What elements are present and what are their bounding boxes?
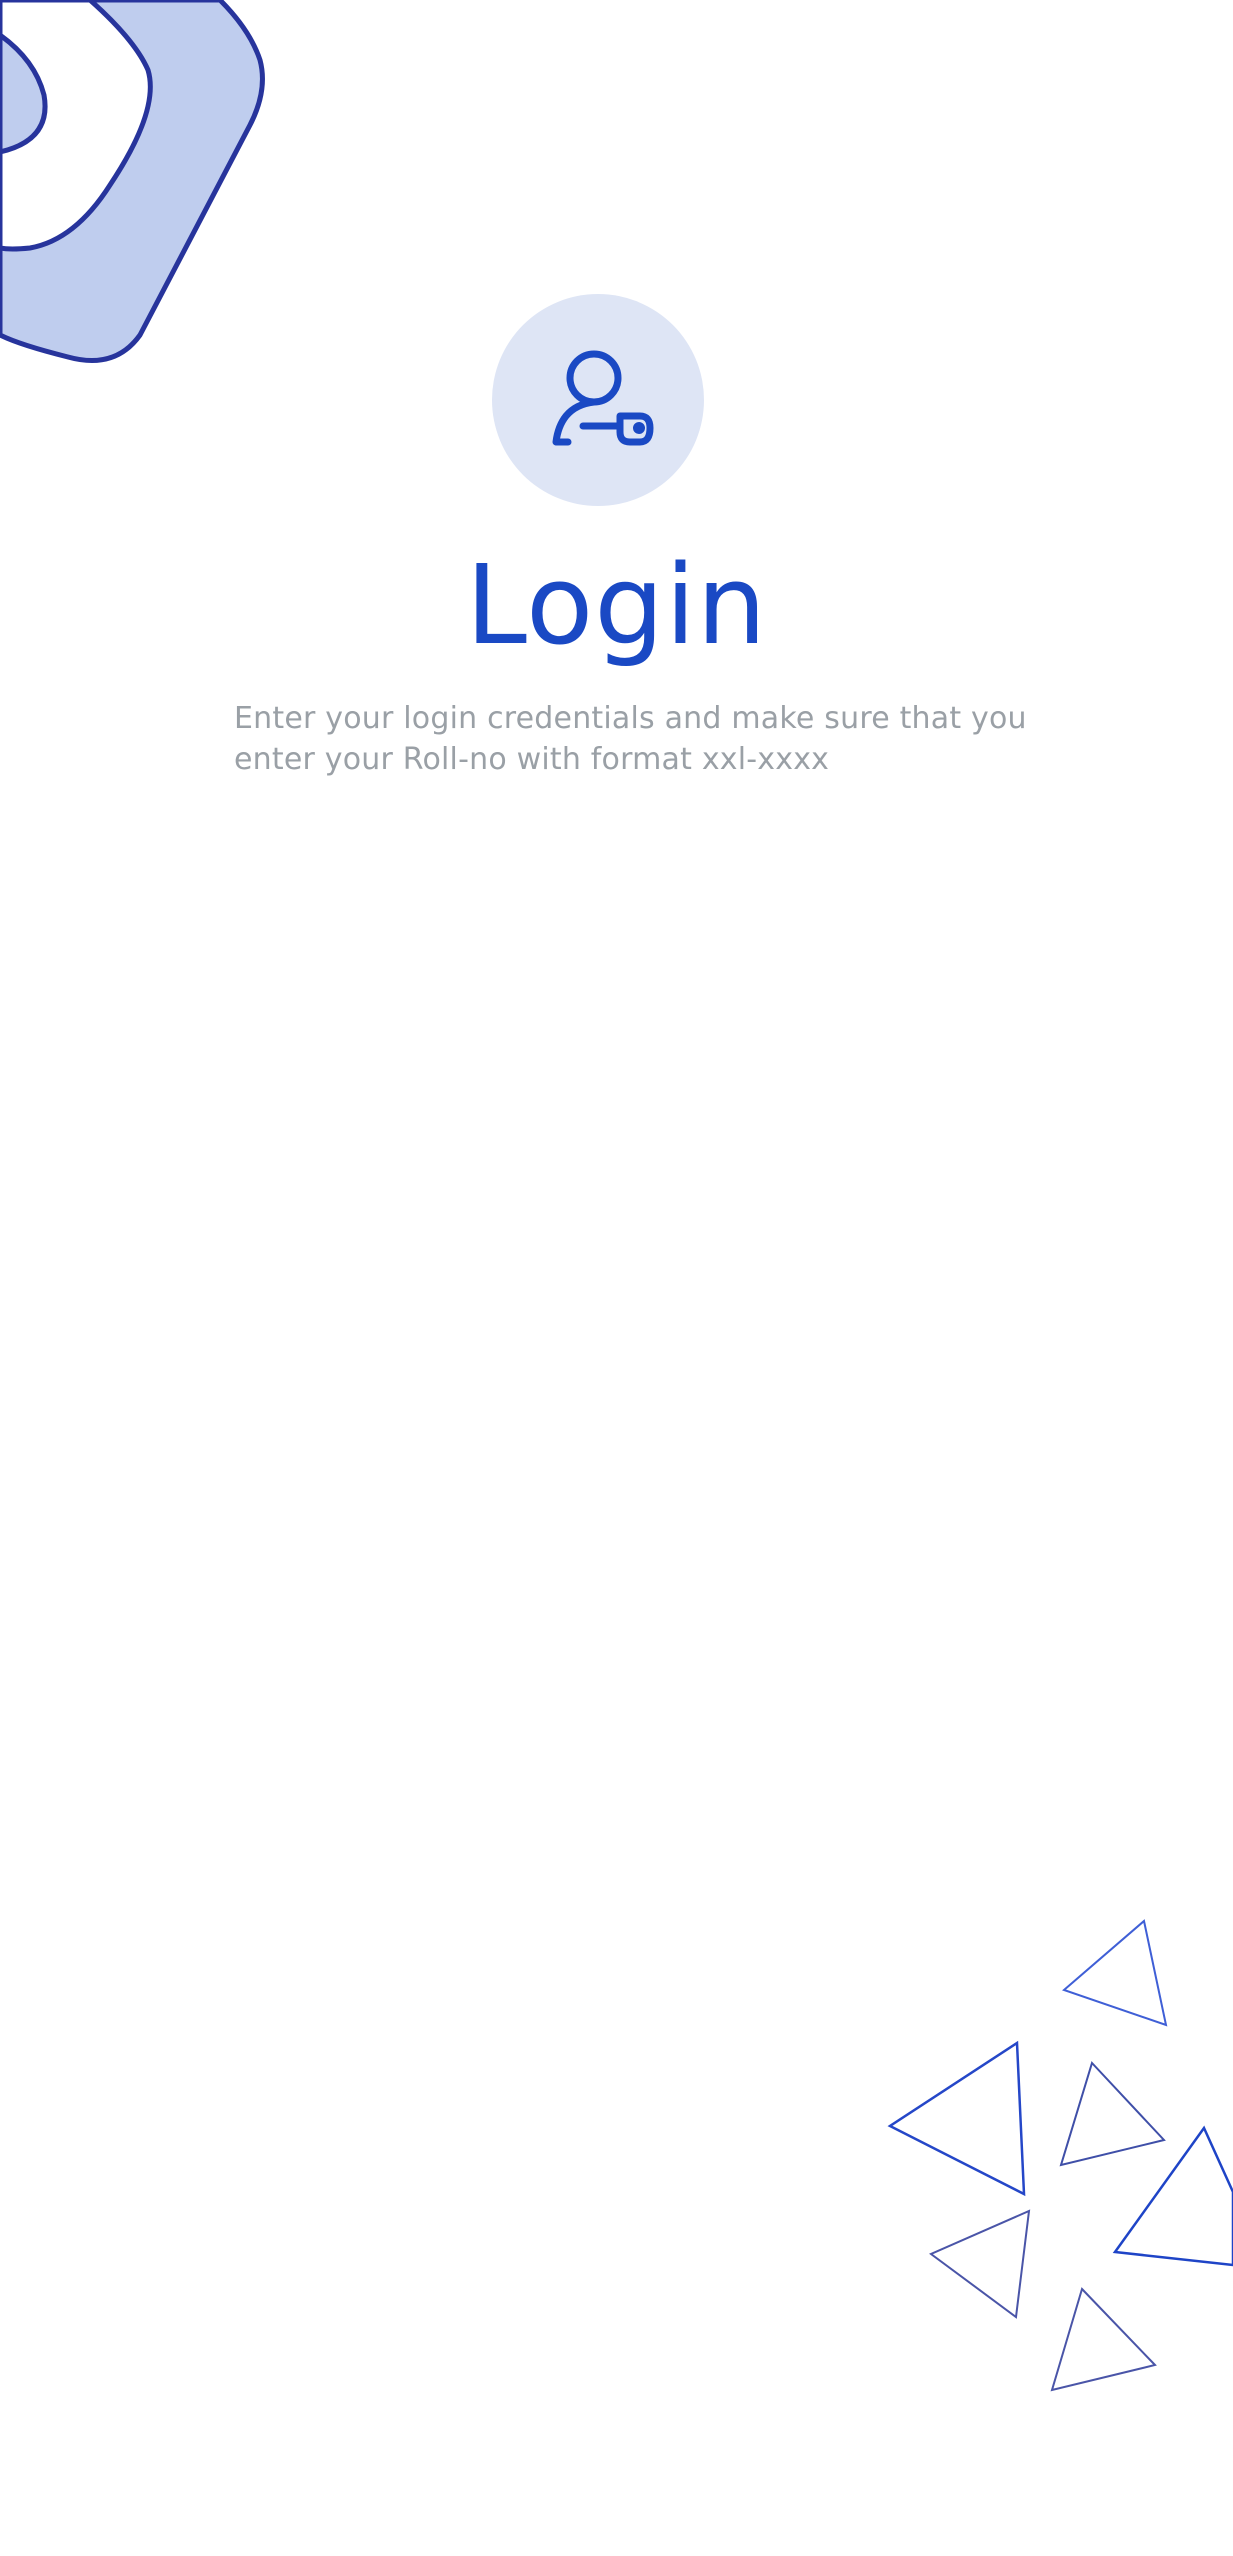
page-title: Login: [465, 541, 768, 669]
decorative-blob-shape: [0, 0, 265, 363]
user-key-icon: [552, 350, 654, 446]
login-icon-circle: [492, 294, 704, 506]
triangle-2: [887, 2040, 1026, 2197]
triangle-3: [1059, 2061, 1166, 2167]
triangle-1: [1062, 1919, 1168, 2027]
login-instructions: Enter your login credentials and make su…: [234, 701, 1027, 777]
triangle-5: [929, 2209, 1031, 2319]
triangle-6: [1050, 2287, 1157, 2392]
decorative-triangles: [887, 1919, 1233, 2392]
